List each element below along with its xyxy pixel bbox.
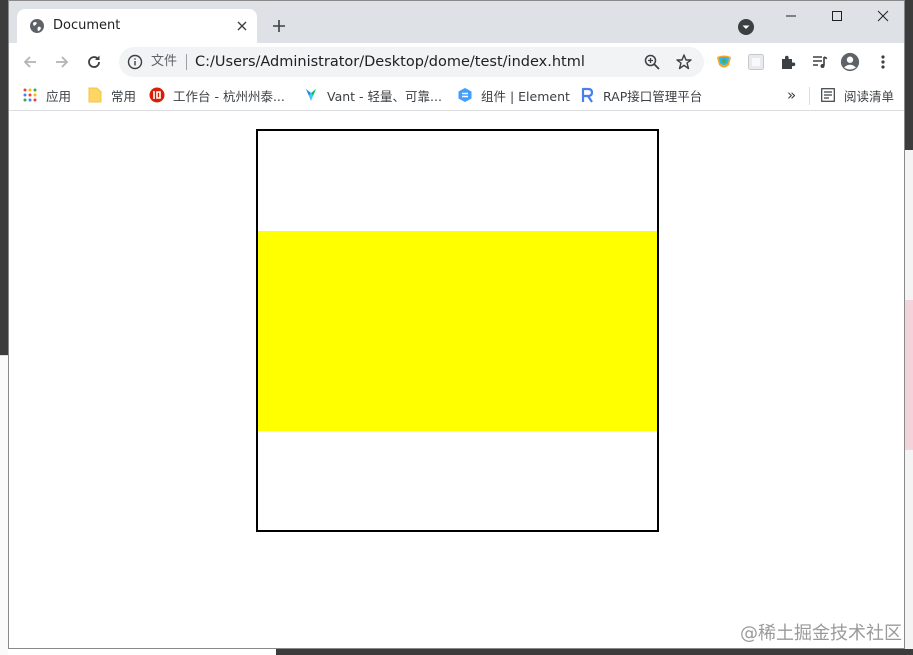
bookmark-label: Vant - 轻量、可靠... (327, 88, 442, 104)
folder-icon (87, 87, 103, 103)
bookmark-label: 组件 | Element (481, 88, 570, 104)
background-window-right-pink (905, 300, 913, 450)
zoom-icon[interactable] (643, 53, 661, 71)
bookmark-label: RAP接口管理平台 (603, 88, 703, 104)
bookmark-vant[interactable]: Vant - 轻量、可靠... (303, 85, 442, 105)
browser-window: Document 文件 C:/Users/Administrator/Deskt… (8, 0, 905, 649)
minimize-button[interactable] (768, 1, 814, 31)
bookmark-element[interactable]: 组件 | Element (457, 85, 570, 105)
reload-icon[interactable] (83, 51, 105, 73)
tab-search-icon[interactable] (737, 18, 755, 36)
back-arrow-icon[interactable] (19, 51, 41, 73)
bookmark-rap[interactable]: RAP接口管理平台 (579, 85, 702, 105)
bookmarks-bar: 应用 常用 工作台 - 杭州州泰... Vant - 轻量、可靠... 组件 |… (9, 81, 904, 111)
tab-title: Document (53, 18, 121, 33)
bookmark-folder-common[interactable]: 常用 (87, 85, 136, 105)
background-window-left (0, 355, 8, 655)
apps-grid-icon (22, 87, 38, 103)
vant-logo-icon (303, 87, 319, 103)
rap-logo-icon (579, 87, 595, 103)
bookmarks-divider (809, 87, 810, 105)
extension-grey-icon[interactable] (746, 52, 766, 72)
address-bar[interactable]: 文件 C:/Users/Administrator/Desktop/dome/t… (119, 47, 704, 77)
browser-toolbar: 文件 C:/Users/Administrator/Desktop/dome/t… (9, 43, 904, 81)
page-viewport (9, 112, 904, 648)
reading-list-icon (820, 87, 836, 103)
new-tab-button[interactable] (267, 14, 291, 38)
close-icon[interactable] (233, 17, 251, 35)
yellow-inner-box (258, 231, 657, 431)
title-bar: Document (9, 1, 904, 43)
outer-box (256, 129, 659, 532)
bookmark-label: 工作台 - 杭州州泰... (173, 88, 285, 104)
bookmark-apps[interactable]: 应用 (22, 85, 71, 105)
element-logo-icon (457, 87, 473, 103)
watermark: @稀土掘金技术社区 (740, 623, 902, 644)
background-window-right-dark (905, 0, 913, 150)
menu-kebab-icon[interactable] (873, 52, 893, 72)
bookmarks-overflow-icon[interactable]: » (787, 86, 796, 104)
window-close-button[interactable] (860, 1, 904, 31)
omnibox-divider (186, 54, 187, 70)
bookmark-workbench[interactable]: 工作台 - 杭州州泰... (149, 85, 285, 105)
reading-list-label: 阅读清单 (844, 88, 895, 104)
reading-list-button[interactable]: 阅读清单 (820, 85, 894, 105)
profile-avatar-icon[interactable] (840, 52, 860, 72)
background-taskbar (276, 649, 913, 655)
site-logo-icon (149, 87, 165, 103)
media-control-icon[interactable] (810, 52, 830, 72)
forward-arrow-icon[interactable] (51, 51, 73, 73)
background-desktop-left (0, 0, 8, 655)
extension-colorful-icon[interactable] (714, 52, 734, 72)
globe-icon (29, 18, 45, 34)
bookmark-label: 常用 (111, 88, 137, 104)
maximize-button[interactable] (814, 1, 860, 31)
bookmark-label: 应用 (46, 88, 72, 104)
tab-document[interactable]: Document (17, 9, 257, 43)
bookmark-star-icon[interactable] (675, 53, 693, 71)
info-icon[interactable] (127, 54, 143, 70)
background-desktop-right (905, 0, 913, 655)
url-text[interactable]: C:/Users/Administrator/Desktop/dome/test… (195, 53, 585, 71)
extensions-puzzle-icon[interactable] (778, 52, 798, 72)
security-label: 文件 (151, 54, 178, 69)
